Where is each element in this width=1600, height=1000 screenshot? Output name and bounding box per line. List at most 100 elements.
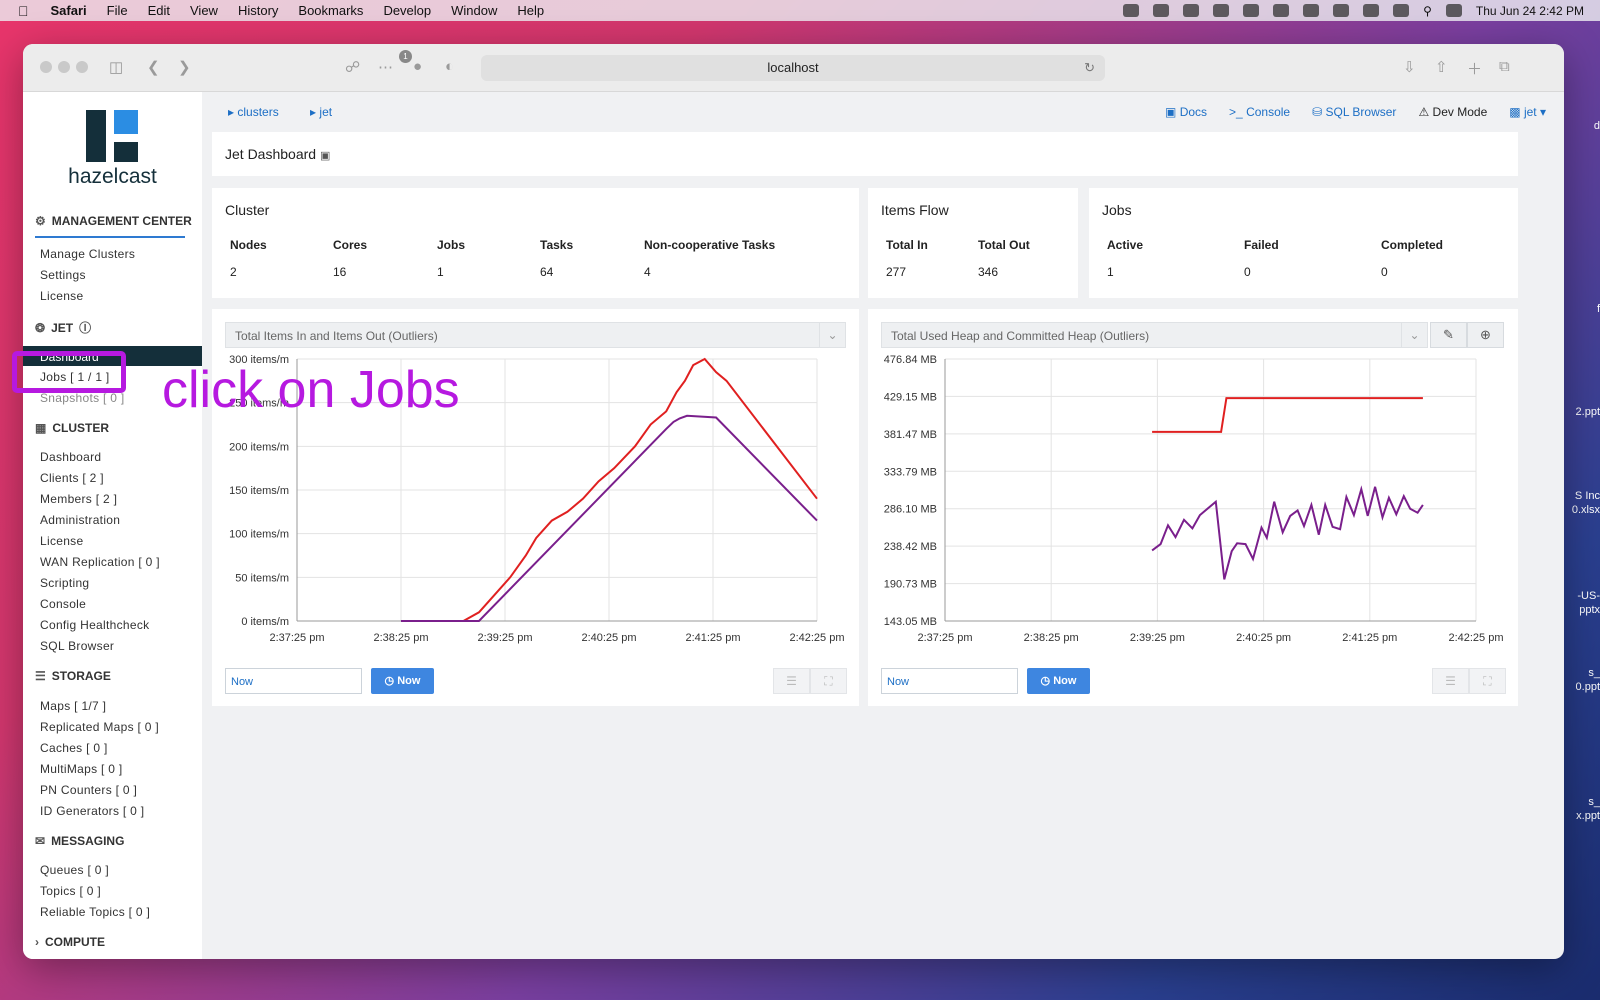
now-button[interactable]: ◷ Now	[1027, 668, 1090, 694]
chevron-down-icon: ⌄	[1401, 323, 1427, 347]
menu-app-name[interactable]: Safari	[51, 3, 87, 18]
now-button[interactable]: ◷ Now	[371, 668, 434, 694]
shield-icon[interactable]: ◐	[445, 58, 454, 75]
tray-icon[interactable]	[1273, 4, 1290, 17]
close-window-button[interactable]	[40, 61, 52, 73]
tray-icon[interactable]	[1213, 4, 1230, 17]
nav-settings[interactable]: Settings	[40, 268, 86, 282]
breadcrumb-clusters[interactable]: ▸ clusters	[228, 105, 293, 119]
reload-icon[interactable]: ↻	[1084, 55, 1095, 81]
tray-icon[interactable]	[1183, 4, 1200, 17]
desktop-file-label[interactable]: d	[1564, 120, 1600, 133]
wifi-icon[interactable]	[1393, 4, 1410, 17]
nav-queues[interactable]: Queues [ 0 ]	[40, 863, 109, 877]
edit-button[interactable]: ✎	[1430, 322, 1467, 348]
desktop-file-label[interactable]: 2.ppt	[1564, 406, 1600, 419]
minimize-window-button[interactable]	[58, 61, 70, 73]
desktop-file-label[interactable]: f	[1564, 303, 1600, 316]
desktop-file-label[interactable]: S Inc	[1564, 490, 1600, 503]
time-input[interactable]: Now	[225, 668, 362, 694]
tray-icon[interactable]	[1303, 4, 1320, 17]
nav-caches[interactable]: Caches [ 0 ]	[40, 741, 108, 755]
desktop-file-label[interactable]: pptx	[1564, 604, 1600, 617]
nav-maps[interactable]: Maps [ 1/7 ]	[40, 699, 106, 713]
nav-license[interactable]: License	[40, 289, 83, 303]
fullscreen-button[interactable]: ⛶	[1469, 668, 1506, 694]
nav-console[interactable]: Console	[40, 597, 86, 611]
jet-icon: ❂	[35, 320, 46, 335]
desktop-file-label[interactable]: s_	[1564, 667, 1600, 680]
menu-history[interactable]: History	[238, 3, 278, 18]
chart-metric-select[interactable]: Total Used Heap and Committed Heap (Outl…	[881, 322, 1428, 348]
book-icon[interactable]: ▣	[320, 150, 330, 162]
console-link[interactable]: >_ Console	[1229, 105, 1290, 119]
menubar-clock[interactable]: Thu Jun 24 2:42 PM	[1476, 4, 1584, 18]
extensions-icon[interactable]: ⋯	[378, 58, 393, 76]
menu-view[interactable]: View	[190, 3, 218, 18]
nav-scripting[interactable]: Scripting	[40, 576, 89, 590]
tray-icon[interactable]	[1153, 4, 1170, 17]
nav-members[interactable]: Members [ 2 ]	[40, 492, 117, 506]
docs-link[interactable]: ▣ Docs	[1165, 105, 1207, 119]
x-tick-label: 2:41:25 pm	[1342, 632, 1397, 644]
col-header: Failed	[1244, 238, 1279, 252]
control-center-icon[interactable]	[1445, 4, 1462, 17]
add-chart-button[interactable]: ⊕	[1467, 322, 1504, 348]
desktop-file-label[interactable]: 0.xlsx	[1564, 504, 1600, 517]
nav-manage-clusters[interactable]: Manage Clusters	[40, 247, 135, 261]
nav-id-generators[interactable]: ID Generators [ 0 ]	[40, 804, 144, 818]
back-icon[interactable]: ❮	[147, 58, 160, 76]
forward-icon[interactable]: ❯	[178, 58, 191, 76]
sidebar-toggle-icon[interactable]: ◫	[109, 58, 123, 76]
chart-metric-select[interactable]: Total Items In and Items Out (Outliers) …	[225, 322, 846, 348]
metric-value: 346	[978, 265, 999, 279]
y-tick-label: 50 items/m	[235, 572, 289, 584]
extension-m-icon[interactable]: ●	[413, 58, 422, 75]
nav-sql-browser[interactable]: SQL Browser	[40, 639, 114, 653]
nav-clients[interactable]: Clients [ 2 ]	[40, 471, 104, 485]
cluster-switcher[interactable]: ▩ jet ▾	[1509, 105, 1546, 119]
nav-reliable-topics[interactable]: Reliable Topics [ 0 ]	[40, 905, 150, 919]
menu-help[interactable]: Help	[517, 3, 544, 18]
nav-cluster-dashboard[interactable]: Dashboard	[40, 450, 101, 464]
nav-config-healthcheck[interactable]: Config Healthcheck	[40, 618, 149, 632]
desktop-file-label[interactable]: -US-	[1564, 590, 1600, 603]
downloads-icon[interactable]: ⇩	[1403, 58, 1416, 76]
dev-mode-indicator[interactable]: ⚠ Dev Mode	[1418, 105, 1487, 119]
zoom-window-button[interactable]	[76, 61, 88, 73]
breadcrumb-jet[interactable]: ▸ jet	[310, 105, 346, 119]
menu-develop[interactable]: Develop	[383, 3, 431, 18]
nav-cluster-license[interactable]: License	[40, 534, 83, 548]
nav-jet-snapshots[interactable]: Snapshots [ 0 ]	[40, 391, 125, 405]
nav-multimaps[interactable]: MultiMaps [ 0 ]	[40, 762, 123, 776]
sql-browser-link[interactable]: ⛁ SQL Browser	[1312, 105, 1396, 119]
fullscreen-button[interactable]: ⛶	[810, 668, 847, 694]
nav-pn-counters[interactable]: PN Counters [ 0 ]	[40, 783, 137, 797]
desktop-file-label[interactable]: x.ppt	[1564, 810, 1600, 823]
nav-administration[interactable]: Administration	[40, 513, 120, 527]
address-bar[interactable]: localhost ↻	[481, 55, 1105, 81]
menu-file[interactable]: File	[107, 3, 128, 18]
help-icon[interactable]: ⓘ	[79, 319, 91, 336]
apple-icon[interactable]: 	[18, 3, 29, 19]
search-icon[interactable]: ⚲	[1423, 4, 1432, 18]
new-tab-icon[interactable]: ＋	[1467, 58, 1482, 79]
tray-icon[interactable]	[1333, 4, 1350, 17]
tray-icon[interactable]	[1243, 4, 1260, 17]
time-input[interactable]: Now	[881, 668, 1018, 694]
nav-replicated-maps[interactable]: Replicated Maps [ 0 ]	[40, 720, 159, 734]
menu-window[interactable]: Window	[451, 3, 497, 18]
menu-edit[interactable]: Edit	[148, 3, 170, 18]
list-view-button[interactable]: ☰	[773, 668, 810, 694]
menu-bookmarks[interactable]: Bookmarks	[298, 3, 363, 18]
pocket-icon[interactable]: ☍	[345, 58, 360, 76]
tray-icon[interactable]	[1123, 4, 1140, 17]
nav-topics[interactable]: Topics [ 0 ]	[40, 884, 101, 898]
battery-icon[interactable]	[1363, 4, 1380, 17]
nav-wan-replication[interactable]: WAN Replication [ 0 ]	[40, 555, 160, 569]
desktop-file-label[interactable]: 0.ppt	[1564, 681, 1600, 694]
desktop-file-label[interactable]: s_	[1564, 796, 1600, 809]
share-icon[interactable]: ⇧	[1435, 58, 1448, 76]
list-view-button[interactable]: ☰	[1432, 668, 1469, 694]
tab-overview-icon[interactable]: ⧉	[1499, 58, 1510, 75]
